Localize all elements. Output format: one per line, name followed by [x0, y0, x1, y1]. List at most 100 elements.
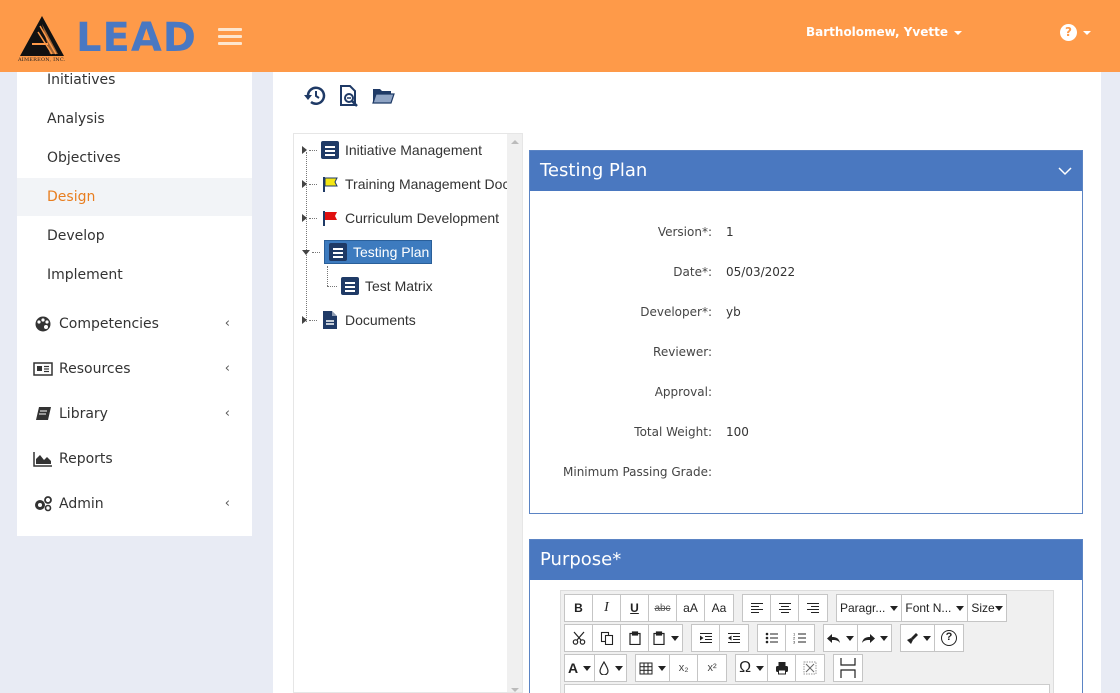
tree-node-test-matrix[interactable]: Test Matrix — [327, 274, 433, 298]
caret-down-icon — [658, 665, 667, 671]
page-break-button[interactable] — [834, 655, 862, 681]
menu-toggle-button[interactable] — [218, 28, 242, 46]
superscript-button[interactable]: x² — [698, 655, 726, 681]
document-search-icon[interactable] — [337, 84, 361, 108]
editor-content-area[interactable] — [564, 684, 1050, 693]
font-color-icon: A — [568, 660, 579, 676]
tree-node-initiative-management[interactable]: Initiative Management — [302, 138, 482, 162]
brush-icon — [907, 633, 918, 644]
tree-node-documents[interactable]: Documents — [302, 308, 416, 332]
sidebar-item-implement[interactable]: Implement — [17, 256, 252, 294]
font-color-dropdown[interactable]: A — [565, 655, 596, 681]
sidebar-item-initiatives[interactable]: Initiatives — [17, 61, 252, 99]
brand-logo[interactable]: AIMEREON, INC. LEAD — [18, 14, 198, 66]
dropdown-label: Font N... — [905, 601, 952, 615]
svg-text:3: 3 — [793, 640, 796, 645]
undo-dropdown[interactable] — [824, 625, 858, 651]
tree-node-testing-plan[interactable]: Testing Plan — [302, 240, 433, 264]
background-color-dropdown[interactable] — [595, 655, 626, 681]
document-toolbar — [303, 84, 395, 108]
red-flag-icon — [323, 211, 337, 226]
sidebar-item-admin[interactable]: Admin ‹ — [17, 485, 252, 523]
table-dropdown[interactable] — [636, 655, 671, 681]
subscript-button[interactable]: x₂ — [670, 655, 699, 681]
print-button[interactable] — [768, 655, 797, 681]
strikethrough-button[interactable]: abc — [649, 595, 677, 621]
testing-plan-fields: Version*: 1 Date*: 05/03/2022 Developer*: y… — [530, 191, 1082, 493]
scroll-down-arrow-icon[interactable] — [511, 688, 519, 692]
sidebar-item-competencies[interactable]: Competencies ‹ — [17, 305, 252, 343]
expand-arrow-icon[interactable] — [302, 180, 307, 188]
expand-arrow-icon[interactable] — [302, 146, 307, 154]
indent-button[interactable] — [692, 625, 720, 651]
brand-name: LEAD — [76, 15, 197, 61]
redo-dropdown[interactable] — [858, 625, 891, 651]
align-left-button[interactable] — [743, 595, 771, 621]
clipboard-icon — [653, 631, 665, 645]
align-right-button[interactable] — [799, 595, 827, 621]
paste-special-dropdown[interactable] — [649, 625, 682, 651]
field-label: Date*: — [673, 265, 712, 279]
bold-button[interactable]: B — [565, 595, 593, 621]
copy-button[interactable] — [593, 625, 621, 651]
font-name-dropdown[interactable]: Font N... — [902, 595, 969, 621]
collapse-arrow-icon[interactable] — [302, 249, 310, 255]
folder-open-icon[interactable] — [371, 84, 395, 108]
scroll-up-arrow-icon[interactable] — [511, 140, 519, 144]
sidebar-item-analysis[interactable]: Analysis — [17, 100, 252, 138]
sidebar-item-label: Admin — [59, 496, 104, 512]
align-center-button[interactable] — [771, 595, 799, 621]
font-size-dropdown[interactable]: Size — [968, 595, 1005, 621]
sidebar-item-reports[interactable]: Reports — [17, 440, 252, 478]
caret-down-icon — [880, 635, 888, 641]
outdent-button[interactable] — [720, 625, 748, 651]
field-developer: Developer*: yb — [530, 293, 1082, 333]
tree-scrollbar[interactable] — [507, 134, 522, 692]
document-list-icon — [341, 277, 359, 295]
expand-arrow-icon[interactable] — [302, 316, 307, 324]
italic-button[interactable]: I — [593, 595, 621, 621]
question-circle-icon: ? — [1060, 24, 1077, 41]
help-button[interactable]: ? — [935, 625, 963, 651]
cut-button[interactable] — [565, 625, 593, 651]
hamburger-icon-bar — [218, 42, 242, 45]
capitalize-button[interactable]: Aa — [705, 595, 733, 621]
chevron-left-icon: ‹ — [224, 406, 230, 421]
sidebar-item-label: Library — [59, 406, 108, 422]
sidebar-item-objectives[interactable]: Objectives — [17, 139, 252, 177]
tree-node-label: Testing Plan — [353, 244, 430, 260]
omega-icon: Ω — [739, 659, 752, 676]
paragraph-format-dropdown[interactable]: Paragr... — [837, 595, 903, 621]
underline-button[interactable]: U — [621, 595, 649, 621]
field-value: 1 — [726, 225, 734, 239]
droplet-icon — [599, 661, 609, 675]
undo-icon — [827, 634, 840, 643]
caret-down-icon — [846, 635, 854, 641]
expand-arrow-icon[interactable] — [302, 214, 307, 222]
sidebar-item-design[interactable]: Design — [17, 178, 252, 216]
sidebar-item-resources[interactable]: Resources ‹ — [17, 350, 252, 388]
fullscreen-button[interactable] — [796, 655, 824, 681]
field-version: Version*: 1 — [530, 213, 1082, 253]
tree-node-training-management[interactable]: Training Management Doc — [302, 172, 509, 196]
bullet-list-button[interactable] — [758, 625, 786, 651]
field-value: yb — [726, 305, 741, 319]
format-painter-dropdown[interactable] — [901, 625, 935, 651]
tree-node-curriculum-development[interactable]: Curriculum Development — [302, 206, 499, 230]
fullscreen-icon — [803, 661, 817, 675]
paste-button[interactable] — [621, 625, 649, 651]
field-label: Total Weight: — [634, 425, 712, 439]
document-list-icon — [329, 243, 347, 261]
panel-title: Testing Plan — [540, 160, 648, 181]
numbered-list-button[interactable]: 123 — [786, 625, 814, 651]
sidebar-item-develop[interactable]: Develop — [17, 217, 252, 255]
caret-down-icon — [994, 605, 1003, 611]
history-icon[interactable] — [303, 84, 327, 108]
lowercase-button[interactable]: aA — [677, 595, 705, 621]
field-total-weight: Total Weight: 100 — [530, 413, 1082, 453]
user-menu-dropdown[interactable]: Bartholomew, Yvette — [806, 25, 963, 39]
sidebar-item-library[interactable]: Library ‹ — [17, 395, 252, 433]
chevron-down-icon[interactable] — [1058, 151, 1072, 191]
help-menu-dropdown[interactable]: ? — [1060, 24, 1091, 41]
special-character-dropdown[interactable]: Ω — [736, 655, 769, 681]
